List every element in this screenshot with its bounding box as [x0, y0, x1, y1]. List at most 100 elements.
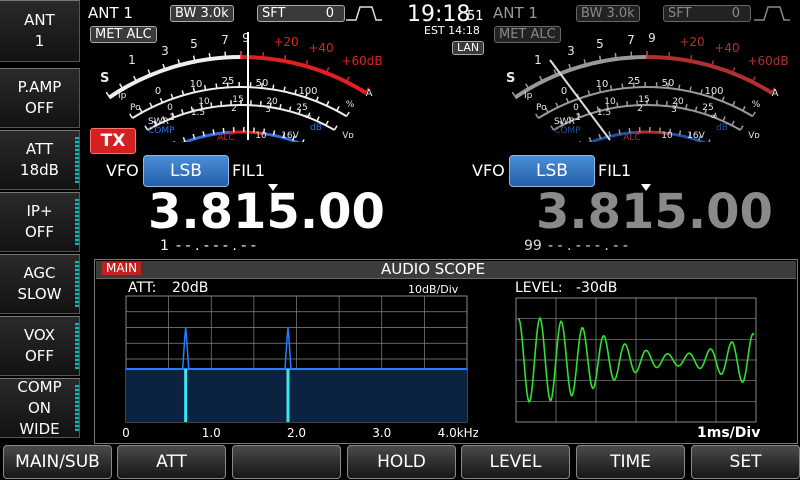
main-sft-label: SFT	[262, 6, 286, 21]
left-button-ipplus-line2: OFF	[24, 223, 55, 241]
bottom-button-level[interactable]: LEVEL	[461, 445, 570, 479]
sub-memory-channel: 99	[524, 238, 542, 254]
left-button-vox[interactable]: VOX OFF	[0, 316, 80, 376]
audio-fft-spectrum: 0 1.0 2.0 3.0 4.0kHz	[122, 295, 478, 440]
sub-frequency[interactable]: 3.815.00	[536, 184, 773, 240]
clock-seconds: 51	[467, 9, 484, 24]
meter-vd-label: Vᴅ	[342, 131, 354, 141]
bottom-button-blank[interactable]	[232, 445, 341, 479]
meter-s-mark: 1	[128, 53, 136, 67]
meter-po-mark: 25	[628, 76, 641, 87]
meter-tick	[678, 130, 682, 136]
left-button-att[interactable]: ATT 18dB	[0, 130, 80, 190]
meter-tick	[626, 100, 629, 107]
meter-tick	[739, 125, 744, 131]
meter-tick	[259, 100, 262, 107]
meter-tick	[302, 139, 305, 142]
meter-tick	[149, 102, 153, 108]
meter-vd-mark: 10	[661, 131, 673, 141]
meter-tick	[210, 102, 213, 108]
main-bw-tag[interactable]: BW 3.0k	[170, 5, 234, 22]
meter-tick	[614, 52, 618, 62]
meter-po-label: Po	[130, 103, 141, 113]
meter-plus-mark: +60dB	[341, 54, 382, 68]
left-button-pamp-line2: OFF	[24, 99, 55, 117]
meter-s-mark: 3	[567, 44, 575, 58]
meter-tick	[208, 52, 212, 62]
main-analog-meter: S13 5 7 9 +20 +40+60dBIpPo010 25 50100010 15 2025…	[100, 32, 383, 142]
left-button-agc[interactable]: AGC SLOW	[0, 254, 80, 314]
left-button-vox-line2: OFF	[24, 347, 55, 365]
meter-po-mark: 100	[298, 86, 317, 97]
meter-swr-mark: ∞	[710, 112, 718, 122]
left-button-ant-line2: 1	[34, 32, 45, 50]
cyan-edge-indicator	[75, 323, 79, 369]
left-button-pamp[interactable]: P.AMP OFF	[0, 68, 80, 128]
meter-tick	[203, 85, 207, 91]
meter-po-mark: 0	[561, 86, 567, 97]
meter-tick	[325, 120, 329, 126]
meter-swr-mark: 1	[575, 113, 581, 123]
left-button-comp[interactable]: COMP ON WIDE	[0, 378, 80, 438]
bottom-button-set[interactable]: SET	[691, 445, 800, 479]
sub-sft-tag[interactable]: SFT 0	[663, 5, 751, 22]
main-ant-label: ANT 1	[88, 4, 133, 22]
left-button-att-line2: 18dB	[20, 161, 59, 179]
meter-tick	[212, 129, 215, 135]
meter-po-mark: 10	[596, 79, 609, 90]
main-frequency-mhz: 3.815	[148, 184, 300, 240]
meter-tick	[685, 104, 688, 110]
spectrum-x-tick: 2.0	[287, 426, 306, 440]
meter-tick	[220, 100, 223, 107]
meter-tick	[283, 86, 286, 92]
main-frequency[interactable]: 3.815.00	[148, 184, 385, 240]
meter-tick	[721, 96, 725, 102]
meter-tick	[621, 83, 624, 89]
spectrum-x-tick: 4.0kHz	[438, 426, 478, 440]
meter-tick	[630, 51, 633, 60]
meter-po-mark: 50	[256, 78, 269, 89]
meter-tick	[272, 130, 276, 136]
main-mode-button[interactable]: LSB	[143, 155, 229, 187]
left-button-ant-line1: ANT	[24, 11, 55, 29]
scope-level-label[interactable]: LEVEL:	[515, 280, 563, 296]
meter-tick	[722, 116, 726, 122]
meter-s-mark: 7	[221, 33, 229, 47]
meter-swr-mark: 2	[231, 104, 237, 114]
bottom-button-att[interactable]: ATT	[117, 445, 226, 479]
sub-memory-name: - - . - - - . - -	[548, 238, 628, 254]
meter-po-mark: 50	[662, 78, 675, 89]
meter-tick	[555, 102, 559, 108]
meter-alc-label: ALC	[217, 133, 234, 142]
bottom-button-hold[interactable]: HOLD	[347, 445, 456, 479]
spectrum-peak-bar	[184, 369, 188, 422]
meter-swr-mark: 1.5	[597, 108, 611, 118]
scope-level-value[interactable]: -30dB	[576, 280, 617, 296]
meter-vd-mark: 16V	[281, 131, 299, 141]
meter-comp-label: COMP	[554, 126, 581, 136]
sub-mode-button[interactable]: LSB	[509, 155, 595, 187]
left-button-ipplus[interactable]: IP+ OFF	[0, 192, 80, 252]
meter-db-unit: dB	[310, 123, 322, 133]
meter-tick	[609, 85, 613, 91]
main-sft-tag[interactable]: SFT 0	[257, 5, 345, 22]
bottom-button-mainsub[interactable]: MAIN/SUB	[3, 445, 112, 479]
meter-tick	[665, 100, 668, 107]
meter-tick	[708, 139, 711, 142]
main-memory-name: - - . - - - . - -	[176, 238, 256, 254]
meter-tick	[224, 51, 227, 60]
meter-a-unit: A	[772, 88, 779, 99]
sub-filter-label[interactable]: FIL1	[598, 161, 631, 180]
meter-tick	[579, 140, 582, 142]
meter-tick	[325, 100, 330, 107]
left-button-ant[interactable]: ANT 1	[0, 0, 80, 62]
meter-ip-mark: 10	[198, 97, 210, 107]
meter-swr-mark: 1	[169, 113, 175, 123]
meter-plus-mark: +40	[714, 41, 739, 55]
bottom-button-time[interactable]: TIME	[576, 445, 685, 479]
sub-bw-tag[interactable]: BW 3.0k	[576, 5, 640, 22]
meter-ip-mark: 10	[604, 97, 616, 107]
left-button-agc-line2: SLOW	[17, 285, 62, 303]
main-filter-label[interactable]: FIL1	[232, 161, 265, 180]
lan-badge: LAN	[452, 41, 485, 55]
